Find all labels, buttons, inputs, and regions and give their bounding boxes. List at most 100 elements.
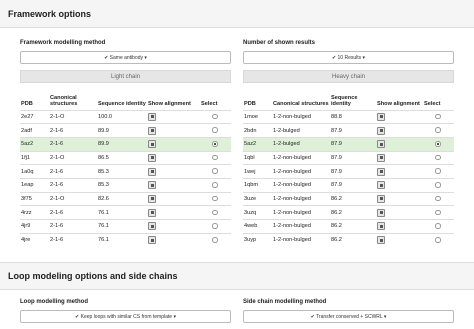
show-alignment-button[interactable] [148,112,156,121]
select-radio[interactable] [212,113,218,120]
show-alignment-cell [147,164,200,179]
show-alignment-button[interactable] [377,153,385,162]
show-alignment-cell [376,219,423,234]
show-alignment-button[interactable] [148,181,156,190]
light-chain-table: PDB Canonical structures Sequence identi… [20,92,231,247]
table-row: 2e27 2-1-O 100.0 [20,109,231,124]
select-radio[interactable] [435,237,441,243]
select-radio[interactable] [212,195,218,202]
light-chain-header: Light chain [20,70,231,83]
pdb-cell: 2bdn [243,123,272,138]
pdb-cell: 4jr9 [20,219,49,234]
show-alignment-button[interactable] [148,194,156,203]
canonical-structures-cell: 2-1-6 [49,177,97,193]
select-radio[interactable] [435,209,441,216]
sequence-identity-cell: 87.9 [330,123,376,138]
show-alignment-button[interactable] [148,236,156,245]
select-radio[interactable] [435,195,441,202]
show-alignment-button[interactable] [148,126,156,135]
sequence-identity-cell: 87.9 [330,164,376,179]
select-cell [200,109,231,124]
select-cell [200,191,231,206]
show-alignment-cell [147,109,200,124]
shown-results-dropdown[interactable]: ✔ 10 Results ▾ [243,51,454,64]
sequence-identity-cell: 86.2 [330,232,376,247]
show-alignment-cell [147,232,200,247]
sequence-identity-cell: 86.5 [97,150,147,165]
table-row: 2bdn 1-2-bulged 87.9 [243,123,454,138]
show-alignment-cell [147,191,200,206]
show-alignment-button[interactable] [377,208,385,217]
show-alignment-button[interactable] [377,194,385,203]
select-radio[interactable] [435,223,441,229]
pdb-cell: 3uzq [243,205,272,220]
show-alignment-cell [147,150,200,165]
show-alignment-button[interactable] [377,167,385,176]
pdb-cell: 2e27 [20,109,49,124]
show-alignment-cell [147,205,200,220]
show-alignment-button[interactable] [377,181,385,190]
show-alignment-cell [376,109,423,124]
show-alignment-button[interactable] [377,222,385,231]
canonical-structures-cell: 2-1-O [49,109,97,124]
show-alignment-cell [376,150,423,165]
select-radio[interactable] [212,237,218,243]
canonical-structures-cell: 2-1-6 [49,136,97,152]
sequence-identity-cell: 86.2 [330,219,376,234]
select-radio[interactable] [435,141,441,147]
modelling-method-dropdown[interactable]: ✔ Same antibody ▾ [20,51,231,64]
show-alignment-button[interactable] [377,126,385,135]
show-alignment-cell [147,219,200,234]
select-cell [200,205,231,220]
select-radio[interactable] [212,209,218,216]
canonical-structures-cell: 2-1-6 [49,164,97,179]
table-row: 4jr9 2-1-6 76.1 [20,219,231,234]
pdb-cell: 3f75 [20,191,49,206]
table-row: 3uyp 1-2-non-bulged 86.2 [243,232,454,247]
loop-options-header: Loop modeling options and side chains [0,262,474,290]
loop-method-dropdown[interactable]: ✔ Keep loops with similar CS from templa… [20,310,231,323]
select-radio[interactable] [212,168,218,174]
sequence-identity-cell: 87.9 [330,136,376,152]
select-cell [200,150,231,165]
select-radio[interactable] [435,182,441,188]
select-cell [423,191,454,206]
select-radio[interactable] [435,168,441,174]
select-radio[interactable] [435,154,441,161]
pdb-cell: 1wej [243,164,272,179]
show-alignment-cell [376,232,423,247]
sequence-identity-cell: 89.9 [97,136,147,152]
select-radio[interactable] [212,182,218,188]
show-alignment-button[interactable] [148,208,156,217]
select-radio[interactable] [212,154,218,161]
show-alignment-button[interactable] [148,140,156,149]
select-radio[interactable] [435,113,441,120]
pdb-cell: 2adf [20,123,49,138]
canonical-structures-cell: 1-2-non-bulged [272,219,330,234]
select-radio[interactable] [212,141,218,147]
col-show-alignment: Show alignment [377,101,420,107]
canonical-structures-cell: 1-2-non-bulged [272,150,330,165]
show-alignment-button[interactable] [148,222,156,231]
canonical-structures-cell: 2-1-O [49,191,97,206]
side-chain-dropdown[interactable]: ✔ Transfer conserved + SCWRL ▾ [243,310,454,323]
show-alignment-button[interactable] [377,140,385,149]
show-alignment-button[interactable] [148,153,156,162]
select-cell [423,150,454,165]
show-alignment-button[interactable] [148,167,156,176]
table-row: 1qbl 1-2-non-bulged 87.9 [243,150,454,165]
show-alignment-button[interactable] [377,236,385,245]
sequence-identity-cell: 85.3 [97,177,147,193]
canonical-structures-cell: 1-2-non-bulged [272,232,330,247]
show-alignment-button[interactable] [377,112,385,121]
select-radio[interactable] [212,223,218,229]
sequence-identity-cell: 82.6 [97,191,147,206]
select-radio[interactable] [435,127,441,133]
table-row: 3uze 1-2-non-bulged 86.2 [243,191,454,206]
framework-options-title: Framework options [8,8,92,19]
select-radio[interactable] [212,127,218,133]
pdb-cell: 4web [243,219,272,234]
sequence-identity-cell: 86.2 [330,205,376,220]
canonical-structures-cell: 1-2-non-bulged [272,191,330,206]
table-row: 1eap 2-1-6 85.3 [20,177,231,193]
